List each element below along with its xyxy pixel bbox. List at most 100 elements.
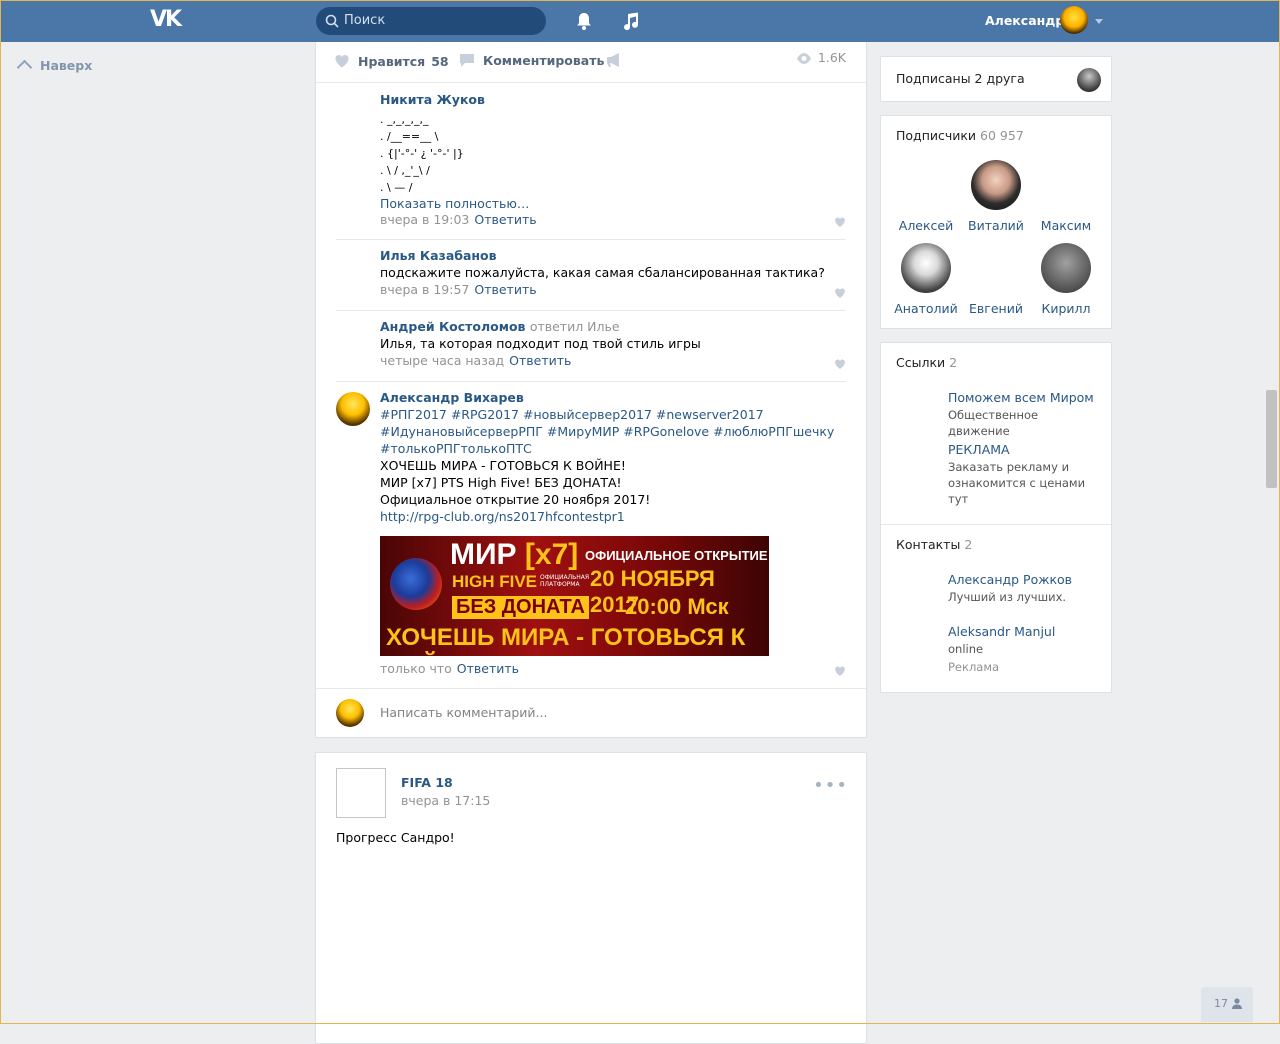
- contacts-count: 2: [964, 537, 973, 552]
- avatar: [901, 243, 951, 293]
- banner-slogan: ХОЧЕШЬ МИРА - ГОТОВЬСЯ К ВОЙНЕ: [386, 624, 746, 656]
- avatar: [901, 160, 951, 210]
- subscriber[interactable]: Максим: [1031, 160, 1101, 233]
- chevron-down-icon[interactable]: [1095, 19, 1103, 24]
- heart-icon[interactable]: [834, 665, 846, 677]
- subscriber[interactable]: Виталий: [961, 160, 1031, 233]
- comment-meta: четыре часа назад Ответить: [380, 353, 846, 368]
- heart-icon[interactable]: [834, 216, 846, 228]
- banner-title: МИР [x7]: [450, 538, 578, 572]
- friends-label: Подписаны 2 друга: [896, 71, 1025, 86]
- scroll-up-label: Наверх: [40, 58, 93, 73]
- link-item[interactable]: Поможем всем Миром Общественное движение: [948, 390, 1098, 439]
- comment-button[interactable]: Комментировать: [459, 50, 604, 68]
- comment-icon: [460, 54, 474, 67]
- music-icon[interactable]: [620, 11, 640, 31]
- search-input[interactable]: Поиск: [344, 13, 385, 28]
- comment-meta: только что Ответить: [380, 661, 519, 676]
- contact-name: Aleksandr Manjul: [948, 624, 1056, 639]
- links-title-text: Ссылки: [896, 355, 946, 370]
- contact-item[interactable]: Александр Рожков Лучший из лучших.: [948, 572, 1098, 605]
- comment-time: четыре часа назад: [380, 353, 505, 368]
- reply-to[interactable]: ответил Илье: [530, 319, 620, 334]
- heart-icon[interactable]: [834, 358, 846, 370]
- search-box[interactable]: Поиск: [316, 7, 546, 35]
- comment-author[interactable]: Никита Жуков: [380, 92, 846, 107]
- post-author-avatar[interactable]: [336, 768, 386, 818]
- search-icon: [325, 14, 339, 28]
- divider: [336, 310, 846, 311]
- scrollbar-thumb[interactable]: [1266, 390, 1277, 488]
- bell-icon[interactable]: [574, 11, 594, 31]
- online-friends-button[interactable]: 17: [1201, 987, 1253, 1022]
- online-count: 17: [1214, 997, 1228, 1010]
- like-button[interactable]: Нравится 58: [334, 50, 449, 69]
- heart-icon: [335, 55, 349, 68]
- promo-banner-image[interactable]: МИР [x7] HIGH FIVE ОФИЦИАЛЬНАЯ ПЛАТФОРМА…: [380, 536, 769, 656]
- link-item[interactable]: РЕКЛАМА Заказать рекламу и ознакомится с …: [948, 442, 1098, 507]
- contacts-title[interactable]: Контакты 2: [896, 537, 972, 552]
- reply-link[interactable]: Ответить: [457, 661, 519, 676]
- post-text: Прогресс Сандро!: [336, 830, 455, 845]
- reply-link[interactable]: Ответить: [509, 353, 571, 368]
- banner-title-rate: [x7]: [524, 538, 579, 571]
- subscriber[interactable]: Кирилл: [1031, 243, 1101, 316]
- post-time[interactable]: вчера в 17:15: [401, 793, 490, 808]
- user-avatar[interactable]: [1060, 6, 1088, 34]
- text-line: . \ — /: [380, 181, 413, 194]
- comment-meta: вчера в 19:57 Ответить: [380, 282, 846, 297]
- more-options-icon[interactable]: •••: [813, 775, 848, 796]
- subscribers-title[interactable]: Подписчики 60 957: [896, 128, 1024, 143]
- subscriber[interactable]: Евгений: [961, 243, 1031, 316]
- post-card: Нравится 58 Комментировать 1.6K Никита Жу…: [315, 42, 867, 738]
- reply-link[interactable]: Ответить: [474, 282, 536, 297]
- eye-icon: [796, 53, 811, 64]
- friends-following-block[interactable]: Подписаны 2 друга: [880, 56, 1112, 102]
- divider: [336, 381, 846, 382]
- text-line: ХОЧЕШЬ МИРА - ГОТОВЬСЯ К ВОЙНЕ!: [380, 458, 626, 473]
- external-link[interactable]: http://rpg-club.org/ns2017hfcontestpr1: [380, 508, 846, 525]
- hashtags[interactable]: #толькоРПГтолькоПТС: [380, 440, 846, 457]
- subscribers-title-text: Подписчики: [896, 128, 977, 143]
- subscriber-name: Максим: [1040, 218, 1092, 233]
- subscriber-name: Анатолий: [894, 301, 958, 316]
- friend-avatar: [1077, 68, 1101, 92]
- contact-item[interactable]: Aleksandr Manjul online Реклама: [948, 624, 1098, 675]
- subscriber[interactable]: Анатолий: [891, 243, 961, 316]
- heart-icon[interactable]: [834, 287, 846, 299]
- text-line: . \ / ,_'_\ /: [380, 164, 430, 177]
- avatar: [971, 160, 1021, 210]
- link-desc: Общественное движение: [948, 408, 1039, 438]
- hashtags[interactable]: #ИдунановыйсерверРПГ #МируМИР #RPGonelov…: [380, 423, 846, 440]
- subscriber-name: Виталий: [968, 218, 1024, 233]
- banner-platform: ОФИЦИАЛЬНАЯ ПЛАТФОРМА: [540, 574, 590, 588]
- comment-author[interactable]: Александр Вихарев: [380, 390, 846, 405]
- contact-status: online: [948, 642, 984, 656]
- text-line: Официальное открытие 20 ноября 2017!: [380, 492, 651, 507]
- comment-author[interactable]: Илья Казабанов: [380, 248, 846, 263]
- author-link[interactable]: Андрей Костоломов: [380, 319, 525, 334]
- links-title[interactable]: Ссылки 2: [896, 355, 957, 370]
- contacts-title-text: Контакты: [896, 537, 961, 552]
- comment-meta: вчера в 19:03 Ответить: [380, 212, 846, 227]
- user-name[interactable]: Александр: [985, 13, 1064, 28]
- subscribers-count: 60 957: [980, 128, 1024, 143]
- subscriber[interactable]: Алексей: [891, 160, 961, 233]
- comment-input[interactable]: Написать комментарий...: [380, 705, 547, 720]
- post-author[interactable]: FIFA 18: [401, 775, 453, 790]
- comment-label: Комментировать: [483, 53, 605, 68]
- comment-time: только что: [380, 661, 452, 676]
- link-desc: Заказать рекламу и ознакомится с ценами …: [948, 460, 1086, 506]
- emblem-logo: [390, 558, 442, 610]
- hashtags[interactable]: #РПГ2017 #RPG2017 #новыйсервер2017 #news…: [380, 406, 846, 423]
- vk-logo[interactable]: VK: [150, 9, 184, 31]
- share-icon[interactable]: [606, 52, 624, 68]
- person-icon: [1232, 998, 1242, 1009]
- scroll-up-button[interactable]: Наверх: [16, 58, 93, 76]
- post-card: FIFA 18 вчера в 17:15 ••• Прогресс Сандр…: [315, 752, 867, 1044]
- text-line: . _,_,_,_,_: [380, 113, 429, 126]
- banner-title-main: МИР: [450, 538, 525, 571]
- show-more-link[interactable]: Показать полностью…: [380, 196, 846, 211]
- reply-link[interactable]: Ответить: [474, 212, 536, 227]
- comment: Илья Казабанов подскажите пожалуйста, ка…: [336, 248, 846, 299]
